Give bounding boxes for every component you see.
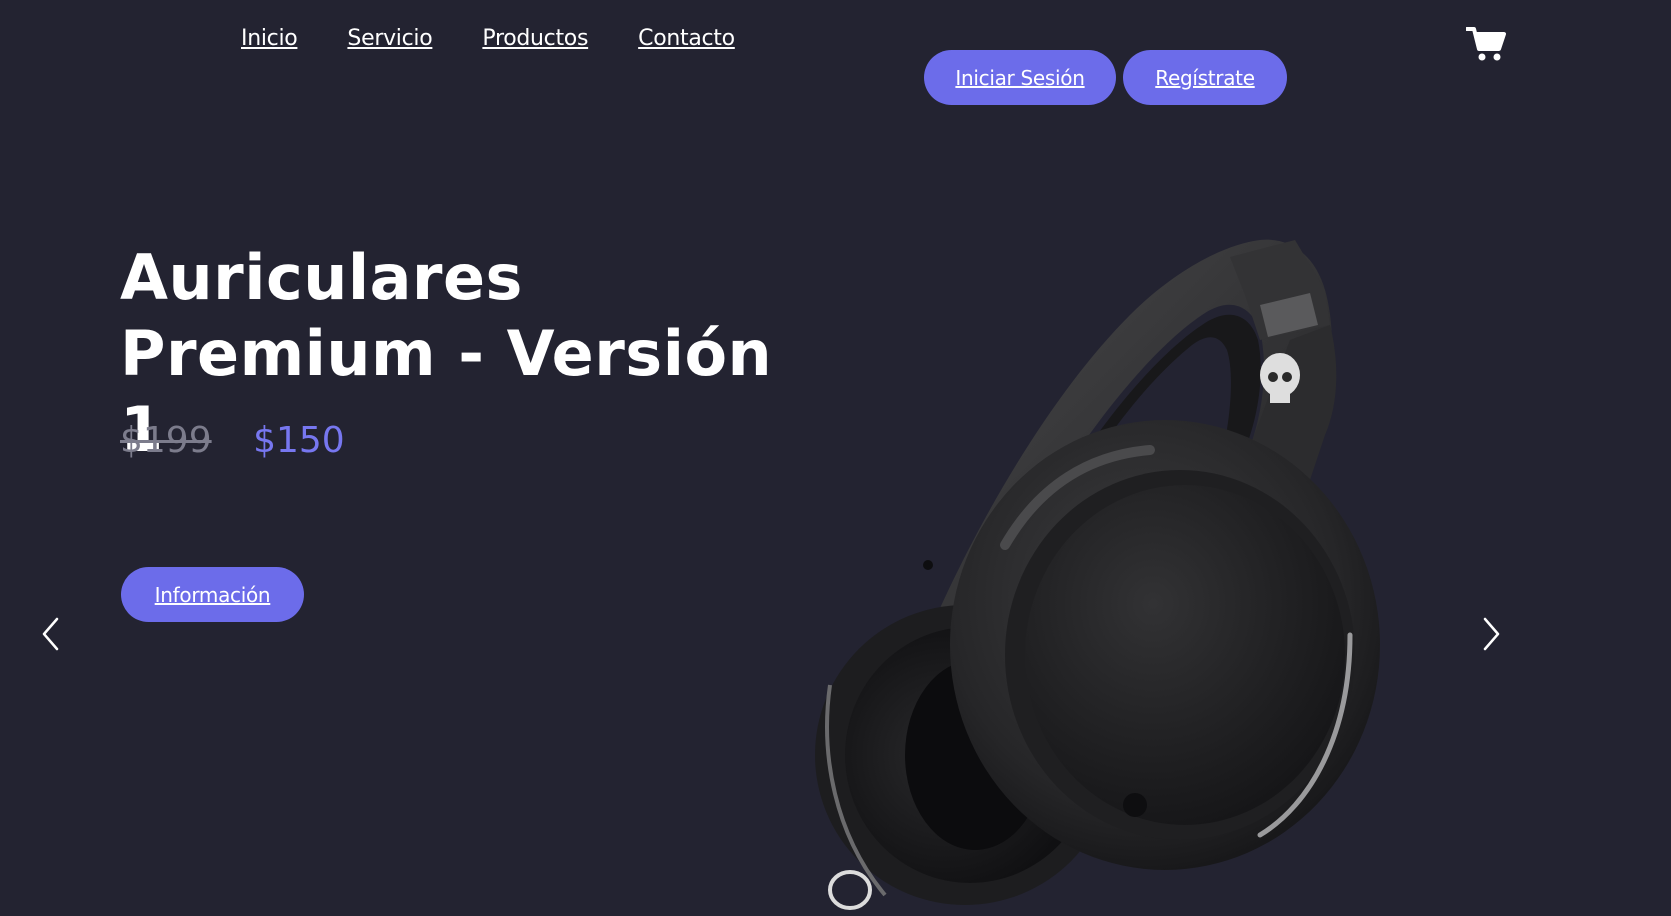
main-nav: Inicio Servicio Productos Contacto	[241, 26, 785, 51]
login-button[interactable]: Iniciar Sesión	[924, 50, 1116, 105]
nav-link-inicio[interactable]: Inicio	[241, 26, 298, 51]
old-price: $199	[120, 420, 212, 461]
new-price: $150	[253, 420, 345, 461]
nav-link-productos[interactable]: Productos	[482, 26, 588, 51]
nav-link-contacto[interactable]: Contacto	[638, 26, 735, 51]
chevron-left-icon[interactable]	[40, 616, 62, 652]
info-button[interactable]: Información	[121, 567, 304, 622]
nav-link-servicio[interactable]: Servicio	[347, 26, 432, 51]
chevron-right-icon[interactable]	[1480, 616, 1502, 652]
price-group: $199 $150	[120, 420, 345, 461]
product-title-line1: Auriculares	[120, 241, 523, 314]
register-button[interactable]: Regístrate	[1123, 50, 1287, 105]
cart-icon[interactable]	[1465, 26, 1506, 62]
auth-buttons: Iniciar Sesión Regístrate	[924, 50, 1287, 105]
headphones-image	[790, 235, 1430, 912]
